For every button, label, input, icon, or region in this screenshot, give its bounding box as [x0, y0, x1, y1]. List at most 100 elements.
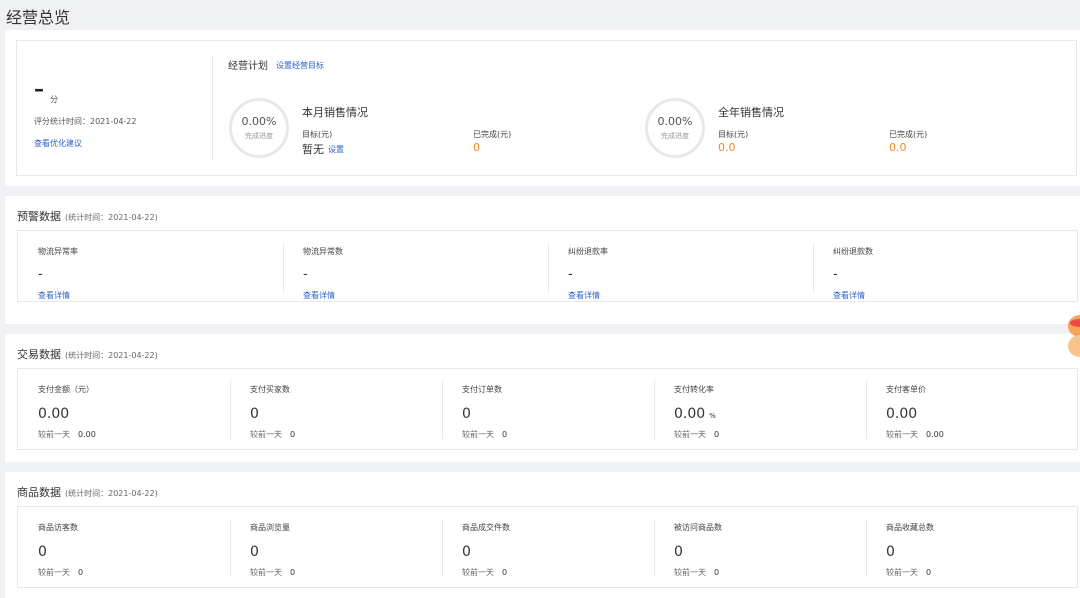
- compare-value: 0.00: [926, 430, 944, 439]
- score-unit: 分: [50, 95, 58, 104]
- trade-value-unit-price: 0.00: [886, 406, 918, 422]
- trade-value-orders: 0: [462, 406, 471, 422]
- compare-label: 较前一天: [250, 568, 282, 577]
- goods-title: 商品数据: [17, 486, 61, 499]
- goods-compare-visitors: 较前一天 0: [38, 567, 83, 578]
- trade-compare-conversion: 较前一天 0: [674, 429, 719, 440]
- warning-label-refund-count: 纠纷退款数: [833, 247, 873, 256]
- divider: [866, 519, 867, 577]
- goods-value-favorites: 0: [886, 544, 895, 560]
- warning-detail-link-refund-count[interactable]: 查看详情: [833, 290, 865, 301]
- trade-value-conversion: 0.00%: [674, 406, 716, 422]
- month-done-value: 0: [473, 141, 480, 154]
- goods-label-visited-products: 被访问商品数: [674, 523, 722, 532]
- compare-value: 0.00: [78, 430, 96, 439]
- compare-value: 0: [714, 568, 720, 577]
- compare-value: 0: [502, 430, 508, 439]
- compare-label: 较前一天: [886, 430, 918, 439]
- warning-detail-link-refund-rate[interactable]: 查看详情: [568, 290, 600, 301]
- compare-value: 0: [502, 568, 508, 577]
- goods-time: (统计时间：2021-04-22): [65, 489, 158, 498]
- goods-panel: 商品数据 (统计时间：2021-04-22) 商品访客数 0 较前一天 0 商品浏览…: [5, 472, 1080, 598]
- divider: [654, 381, 655, 439]
- year-sales-title: 全年销售情况: [718, 106, 784, 119]
- warning-value-refund-rate: -: [568, 267, 573, 282]
- trade-label-pay-amount: 支付金额（元）: [38, 385, 94, 394]
- month-done-label: 已完成(元): [473, 130, 512, 139]
- compare-value: 0: [290, 568, 296, 577]
- trade-label-conversion: 支付转化率: [674, 385, 714, 394]
- trade-section-title: 交易数据 (统计时间：2021-04-22): [17, 346, 158, 362]
- warning-detail-link-logistics-rate[interactable]: 查看详情: [38, 290, 70, 301]
- warning-panel: 预警数据 (统计时间：2021-04-22) 物流异常率 - 查看详情 物流异常数…: [5, 196, 1080, 324]
- divider: [813, 243, 814, 293]
- conversion-unit: %: [709, 412, 716, 420]
- warning-label-logistics-rate: 物流异常率: [38, 247, 78, 256]
- trade-label-orders: 支付订单数: [462, 385, 502, 394]
- compare-label: 较前一天: [38, 430, 70, 439]
- year-done-value: 0.0: [889, 141, 907, 154]
- warning-label-refund-rate: 纠纷退款率: [568, 247, 608, 256]
- trade-title: 交易数据: [17, 348, 61, 361]
- goods-value-visitors: 0: [38, 544, 47, 560]
- warning-title: 预警数据: [17, 210, 61, 223]
- year-done-label: 已完成(元): [889, 130, 928, 139]
- year-progress-pct: 0.00%: [657, 115, 693, 128]
- goods-card: 商品访客数 0 较前一天 0 商品浏览量 0 较前一天 0 商品成交件数 0 较前一…: [17, 506, 1078, 588]
- warning-card: 物流异常率 - 查看详情 物流异常数 - 查看详情 纠纷退款率 - 查看详情 纠…: [17, 230, 1078, 302]
- warning-time: (统计时间：2021-04-22): [65, 213, 158, 222]
- month-progress-pct: 0.00%: [241, 115, 277, 128]
- overview-card: – 分 评分统计时间：2021-04-22 查看优化建议 经营计划 设置经营目标…: [16, 40, 1077, 176]
- divider: [654, 519, 655, 577]
- goods-value-sold-items: 0: [462, 544, 471, 560]
- year-target-label: 目标(元): [718, 130, 749, 139]
- compare-label: 较前一天: [674, 568, 706, 577]
- month-progress-sub: 完成进度: [245, 132, 273, 140]
- goods-label-views: 商品浏览量: [250, 523, 290, 532]
- compare-label: 较前一天: [674, 430, 706, 439]
- divider: [866, 381, 867, 439]
- trade-panel: 交易数据 (统计时间：2021-04-22) 支付金额（元） 0.00 较前一天 0…: [5, 334, 1080, 462]
- warning-section-title: 预警数据 (统计时间：2021-04-22): [17, 208, 158, 224]
- compare-label: 较前一天: [38, 568, 70, 577]
- floating-assistant-icon[interactable]: [1068, 315, 1080, 357]
- compare-label: 较前一天: [462, 568, 494, 577]
- month-set-target-link[interactable]: 设置: [328, 144, 344, 155]
- score-value: –: [34, 77, 44, 101]
- trade-card: 支付金额（元） 0.00 较前一天 0.00 支付买家数 0 较前一天 0 支付订单…: [17, 368, 1078, 450]
- divider: [442, 519, 443, 577]
- divider: [283, 243, 284, 293]
- page-title: 经营总览: [6, 8, 71, 27]
- goods-label-visitors: 商品访客数: [38, 523, 78, 532]
- divider: [230, 519, 231, 577]
- goods-label-sold-items: 商品成交件数: [462, 523, 510, 532]
- divider: [230, 381, 231, 439]
- compare-value: 0: [290, 430, 296, 439]
- goods-value-views: 0: [250, 544, 259, 560]
- optimize-suggestion-link[interactable]: 查看优化建议: [34, 138, 82, 149]
- compare-value: 0: [714, 430, 720, 439]
- year-target-value: 0.0: [718, 141, 736, 154]
- compare-label: 较前一天: [250, 430, 282, 439]
- goods-compare-visited-products: 较前一天 0: [674, 567, 719, 578]
- year-progress-sub: 完成进度: [661, 132, 689, 140]
- trade-value-buyers: 0: [250, 406, 259, 422]
- warning-detail-link-logistics-count[interactable]: 查看详情: [303, 290, 335, 301]
- trade-label-unit-price: 支付客单价: [886, 385, 926, 394]
- goods-label-favorites: 商品收藏总数: [886, 523, 934, 532]
- trade-compare-pay-amount: 较前一天 0.00: [38, 429, 96, 440]
- overview-panel: – 分 评分统计时间：2021-04-22 查看优化建议 经营计划 设置经营目标…: [5, 30, 1080, 186]
- trade-value-pay-amount: 0.00: [38, 406, 70, 422]
- set-plan-target-link[interactable]: 设置经营目标: [276, 60, 324, 71]
- compare-label: 较前一天: [462, 430, 494, 439]
- month-target-label: 目标(元): [302, 130, 333, 139]
- goods-compare-favorites: 较前一天 0: [886, 567, 931, 578]
- goods-compare-sold-items: 较前一天 0: [462, 567, 507, 578]
- year-progress-ring: 0.00% 完成进度: [645, 98, 705, 158]
- month-sales-title: 本月销售情况: [302, 106, 368, 119]
- conversion-number: 0.00: [674, 406, 706, 422]
- month-progress-ring: 0.00% 完成进度: [229, 98, 289, 158]
- warning-value-refund-count: -: [833, 267, 838, 282]
- divider: [548, 243, 549, 293]
- score-stat-time: 评分统计时间：2021-04-22: [34, 117, 137, 126]
